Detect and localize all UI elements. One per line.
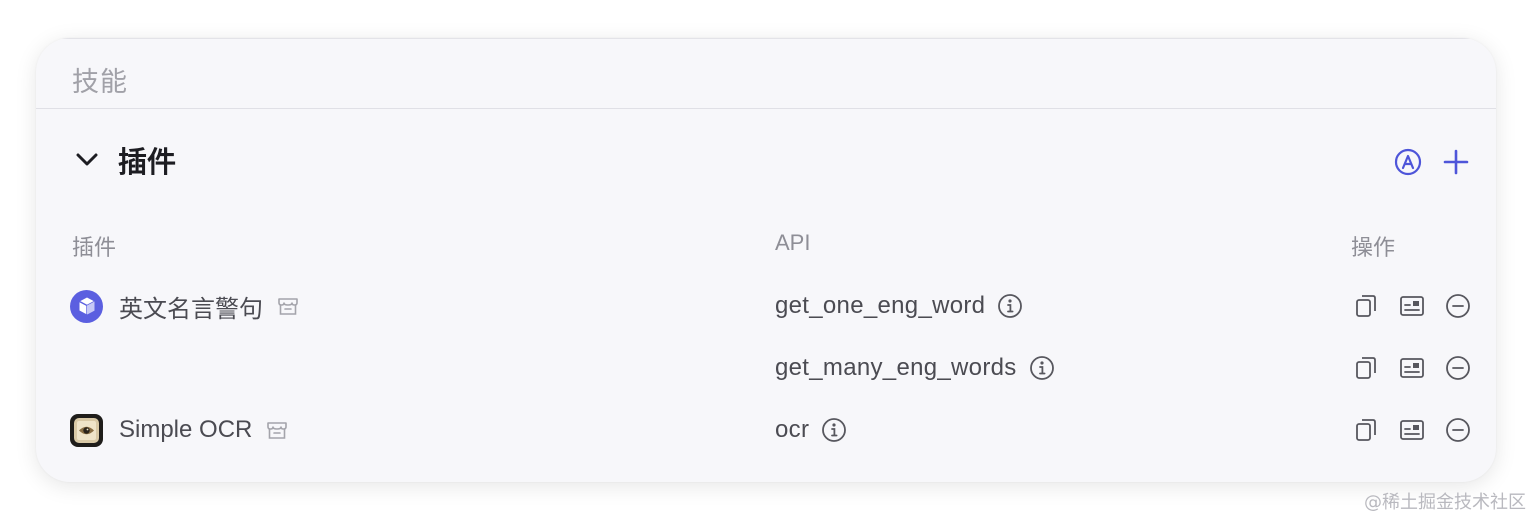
info-icon[interactable] [821,417,847,443]
copy-icon[interactable] [1352,292,1380,320]
copy-icon[interactable] [1352,416,1380,444]
remove-circle-icon[interactable] [1444,292,1472,320]
api-name: ocr [775,416,810,443]
watermark: @稀土掘金技术社区 [1364,492,1526,513]
chevron-down-icon[interactable] [72,145,102,175]
api-cell: get_one_eng_word [775,286,1023,326]
store-icon[interactable] [264,417,290,443]
table-row: get_many_eng_words [36,348,1496,388]
plugin-name: Simple OCR [119,416,253,443]
table-row: Simple OCR ocr [36,410,1496,450]
plugins-group-title: 插件 [118,147,177,179]
remove-circle-icon[interactable] [1444,416,1472,444]
column-header-plugin: 插件 [72,235,117,260]
card-icon[interactable] [1398,354,1426,382]
card-icon[interactable] [1398,416,1426,444]
plugins-group-header[interactable]: 插件 [72,138,176,182]
api-cell: get_many_eng_words [775,348,1055,388]
circled-a-icon [1394,148,1422,176]
column-header-actions: 操作 [1351,235,1396,260]
info-icon[interactable] [997,293,1023,319]
column-header-api: API [775,230,811,255]
info-icon[interactable] [1029,355,1055,381]
auto-add-button[interactable] [1390,144,1426,180]
row-actions [1352,410,1472,450]
plugin-cell: 英文名言警句 [70,286,301,326]
plugins-header-actions [1390,144,1474,180]
api-name: get_many_eng_words [775,354,1017,381]
plus-icon [1443,149,1469,175]
row-actions [1352,286,1472,326]
section-title: 技能 [72,67,128,97]
table-row: 英文名言警句 get_one_eng_word [36,286,1496,326]
skills-card: 技能 插件 插件 API 操作 英文名言警句 get_one_eng_word … [36,38,1496,482]
api-name: get_one_eng_word [775,292,986,319]
section-divider [36,108,1496,109]
card-icon[interactable] [1398,292,1426,320]
add-plugin-button[interactable] [1438,144,1474,180]
plugin-name: 英文名言警句 [119,295,263,323]
store-icon[interactable] [275,293,301,319]
row-actions [1352,348,1472,388]
remove-circle-icon[interactable] [1444,354,1472,382]
eye-document-icon [70,413,103,447]
plugin-cell: Simple OCR [70,410,290,450]
api-cell: ocr [775,410,847,450]
copy-icon[interactable] [1352,354,1380,382]
card-top-border [36,38,1496,42]
cube-icon [70,289,103,323]
